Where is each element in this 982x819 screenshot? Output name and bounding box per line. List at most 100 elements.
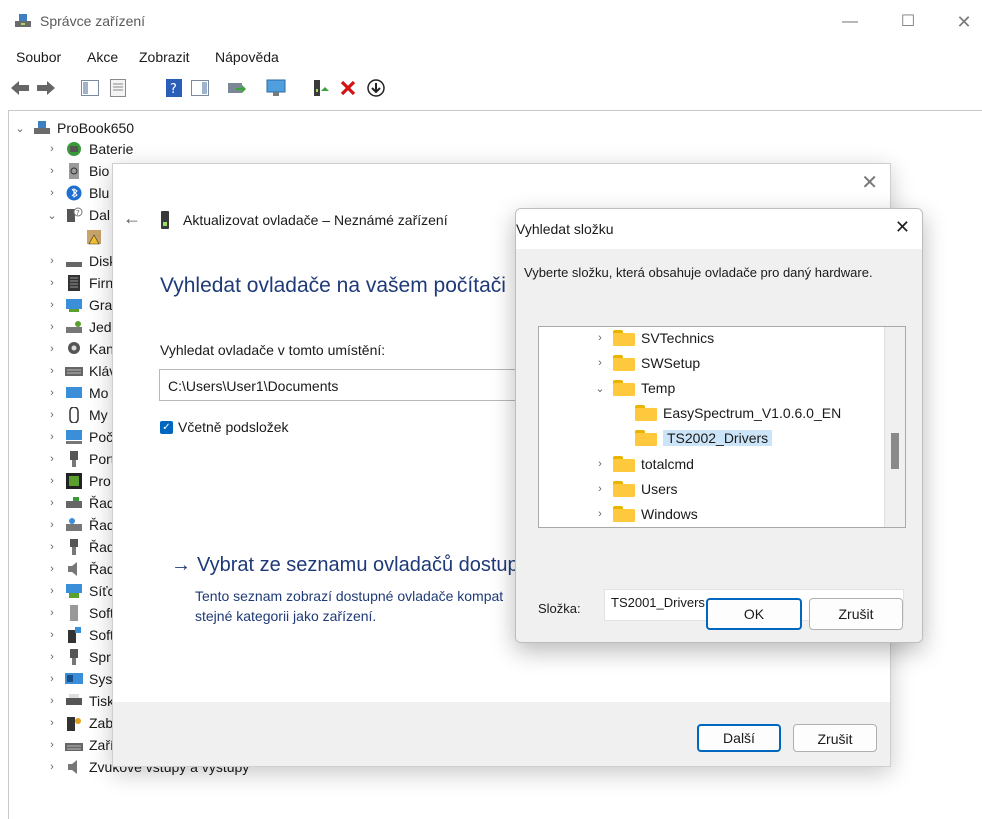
- chevron-right-icon[interactable]: ›: [45, 651, 59, 663]
- tree-item[interactable]: › Pro: [45, 470, 111, 492]
- cancel-button[interactable]: Zrušit: [793, 724, 877, 752]
- update-driver-icon[interactable]: [226, 78, 246, 98]
- scrollbar-thumb[interactable]: [891, 433, 899, 469]
- tree-item[interactable]: › Řad: [45, 514, 115, 536]
- tree-item[interactable]: › Gra: [45, 294, 112, 316]
- tree-root[interactable]: ⌄ ProBook650: [13, 117, 134, 139]
- tree-item[interactable]: ⌄? Dal: [45, 204, 110, 226]
- tree-item[interactable]: › Soft: [45, 602, 114, 624]
- back-arrow-icon[interactable]: ←: [123, 208, 141, 229]
- tree-item[interactable]: › Poč: [45, 426, 113, 448]
- chevron-right-icon[interactable]: ›: [45, 717, 59, 729]
- chevron-right-icon[interactable]: ›: [45, 321, 59, 333]
- chevron-right-icon[interactable]: ›: [45, 629, 59, 641]
- tree-item[interactable]: › Řad: [45, 492, 115, 514]
- chevron-right-icon[interactable]: ›: [45, 519, 59, 531]
- properties-icon[interactable]: [108, 78, 128, 98]
- chevron-right-icon[interactable]: ›: [45, 299, 59, 311]
- chevron-right-icon[interactable]: ›: [45, 165, 59, 177]
- tree-item[interactable]: › Spr: [45, 646, 111, 668]
- download-icon[interactable]: [366, 78, 386, 98]
- tree-item[interactable]: › Zab: [45, 712, 113, 734]
- checkmark-icon[interactable]: ✓: [160, 420, 173, 434]
- folder-item[interactable]: ⌄ Temp: [593, 377, 675, 399]
- chevron-right-icon[interactable]: ›: [593, 332, 607, 344]
- folder-item[interactable]: › Windows: [593, 503, 698, 525]
- maximize-button[interactable]: ☐: [888, 8, 928, 36]
- chevron-right-icon[interactable]: ›: [45, 277, 59, 289]
- tree-item[interactable]: › Firn: [45, 272, 113, 294]
- chevron-right-icon[interactable]: ›: [45, 255, 59, 267]
- tree-item[interactable]: [79, 226, 109, 248]
- tree-item[interactable]: › Řad: [45, 536, 115, 558]
- help-icon[interactable]: ?: [164, 78, 184, 98]
- next-button[interactable]: Další: [697, 724, 781, 752]
- tree-item[interactable]: › Syst: [45, 668, 116, 690]
- chevron-right-icon[interactable]: ›: [45, 431, 59, 443]
- chevron-right-icon[interactable]: ›: [45, 761, 59, 773]
- close-button[interactable]: ✕: [944, 8, 982, 36]
- tree-item[interactable]: › Soft: [45, 624, 114, 646]
- chevron-right-icon[interactable]: ›: [45, 365, 59, 377]
- uninstall-x-icon[interactable]: [338, 78, 358, 98]
- chevron-right-icon[interactable]: ›: [45, 187, 59, 199]
- chevron-right-icon[interactable]: ›: [45, 695, 59, 707]
- action-pane-icon[interactable]: [190, 78, 210, 98]
- chevron-right-icon[interactable]: ›: [45, 475, 59, 487]
- folder-tree[interactable]: › SVTechnics › SWSetup ⌄ Temp EasySpectrum_…: [538, 326, 906, 528]
- tree-item[interactable]: › Řad: [45, 558, 115, 580]
- folder-item-selected[interactable]: TS2002_Drivers: [635, 427, 773, 449]
- menu-zobrazit[interactable]: Zobrazit: [139, 49, 190, 65]
- enable-device-icon[interactable]: [310, 78, 330, 98]
- console-tree-icon[interactable]: [80, 78, 100, 98]
- minimize-button[interactable]: —: [830, 8, 870, 36]
- chevron-down-icon[interactable]: ⌄: [45, 209, 59, 222]
- menu-akce[interactable]: Akce: [87, 49, 118, 65]
- chevron-right-icon[interactable]: ›: [593, 458, 607, 470]
- folder-item[interactable]: › SWSetup: [593, 352, 700, 374]
- chevron-right-icon[interactable]: ›: [593, 508, 607, 520]
- browse-close-icon[interactable]: ✕: [895, 217, 910, 238]
- back-arrow-icon[interactable]: [10, 78, 30, 98]
- tree-item[interactable]: › Kláv: [45, 360, 116, 382]
- tree-item[interactable]: › Bio: [45, 160, 109, 182]
- chevron-right-icon[interactable]: ›: [45, 453, 59, 465]
- folder-item[interactable]: › SVTechnics: [593, 327, 714, 349]
- chevron-right-icon[interactable]: ›: [45, 585, 59, 597]
- tree-item[interactable]: › Kan: [45, 338, 114, 360]
- chevron-right-icon[interactable]: ›: [45, 673, 59, 685]
- pick-from-list-link[interactable]: → Vybrat ze seznamu ovladačů dostupn: [171, 554, 530, 577]
- chevron-right-icon[interactable]: ›: [45, 497, 59, 509]
- tree-item[interactable]: › Baterie: [45, 138, 133, 160]
- chevron-right-icon[interactable]: ›: [45, 409, 59, 421]
- chevron-right-icon[interactable]: ›: [45, 563, 59, 575]
- chevron-right-icon[interactable]: ›: [593, 357, 607, 369]
- tree-item[interactable]: › Tisk: [45, 690, 114, 712]
- chevron-right-icon[interactable]: ›: [45, 607, 59, 619]
- forward-arrow-icon[interactable]: [36, 78, 56, 98]
- chevron-right-icon[interactable]: ›: [593, 483, 607, 495]
- folder-item[interactable]: EasySpectrum_V1.0.6.0_EN: [635, 402, 841, 424]
- chevron-right-icon[interactable]: ›: [45, 343, 59, 355]
- menu-napoveda[interactable]: Nápověda: [215, 49, 279, 65]
- tree-item[interactable]: › Blu: [45, 182, 109, 204]
- ok-button[interactable]: OK: [706, 598, 802, 630]
- wizard-close-icon[interactable]: ✕: [861, 170, 878, 195]
- menu-soubor[interactable]: Soubor: [16, 49, 61, 65]
- chevron-down-icon[interactable]: ⌄: [593, 382, 607, 395]
- include-subfolders-checkbox[interactable]: ✓ Včetně podsložek: [160, 419, 289, 435]
- chevron-right-icon[interactable]: ›: [45, 541, 59, 553]
- chevron-down-icon[interactable]: ⌄: [13, 122, 27, 135]
- tree-item[interactable]: › Mo: [45, 382, 108, 404]
- tree-item[interactable]: › Jedi: [45, 316, 115, 338]
- tree-item[interactable]: › My: [45, 404, 108, 426]
- tree-item[interactable]: › Disk: [45, 250, 116, 272]
- chevron-right-icon[interactable]: ›: [45, 387, 59, 399]
- folder-item[interactable]: › Users: [593, 478, 678, 500]
- chevron-right-icon[interactable]: ›: [45, 739, 59, 751]
- browse-cancel-button[interactable]: Zrušit: [809, 598, 903, 630]
- tree-item[interactable]: › Port: [45, 448, 115, 470]
- folder-item[interactable]: › totalcmd: [593, 453, 694, 475]
- chevron-right-icon[interactable]: ›: [45, 143, 59, 155]
- folder-scrollbar[interactable]: [884, 327, 905, 527]
